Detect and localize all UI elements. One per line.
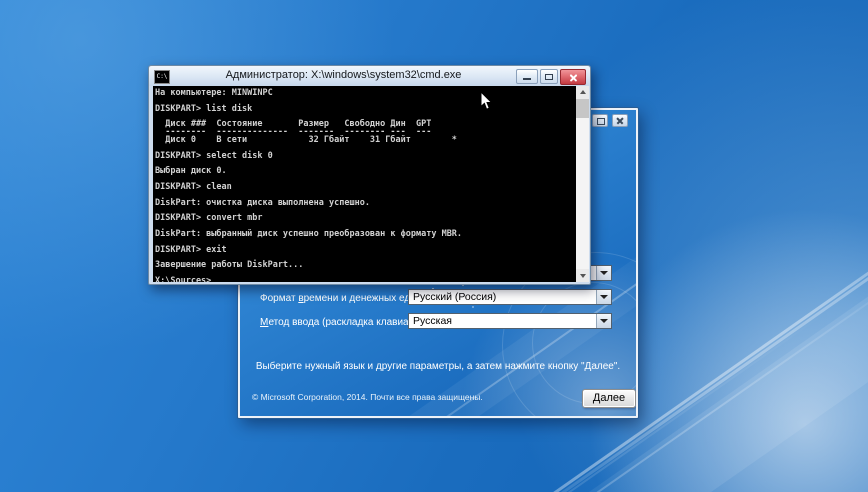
cmd-title-bar[interactable]: C:\ Администратор: X:\windows\system32\c…	[149, 66, 590, 86]
cmd-maximize-button[interactable]	[540, 69, 558, 84]
instruction-text: Выберите нужный язык и другие параметры,…	[240, 361, 636, 372]
cmd-minimize-button[interactable]	[516, 69, 538, 84]
maximize-icon	[545, 74, 553, 80]
combobox-arrow-button[interactable]	[596, 290, 611, 304]
console-line: Завершение работы DiskPart...	[155, 260, 576, 268]
chevron-down-icon	[600, 295, 608, 299]
arrow-up-icon	[580, 90, 586, 94]
cmd-window: C:\ Администратор: X:\windows\system32\c…	[148, 65, 591, 285]
minimize-icon	[597, 118, 605, 125]
console-line: DISKPART> clean	[155, 182, 576, 190]
next-button[interactable]: Далее	[582, 389, 636, 408]
input-method-combobox[interactable]: Русская	[408, 313, 612, 329]
console-line: На компьютере: MINWINPC	[155, 88, 576, 96]
input-method-combobox-value: Русская	[413, 315, 452, 327]
combobox-arrow-button[interactable]	[596, 266, 611, 280]
scroll-up-button[interactable]	[576, 86, 589, 99]
console-line: X:\Sources>	[155, 276, 576, 282]
console-line: Диск ### Состояние Размер Свободно Дин G…	[155, 119, 576, 127]
combobox-arrow-button[interactable]	[596, 314, 611, 328]
console-line: Выбран диск 0.	[155, 166, 576, 174]
console-line: DISKPART> convert mbr	[155, 213, 576, 221]
console-line: -------- -------------- ------- --------…	[155, 127, 576, 135]
mouse-cursor	[480, 92, 493, 111]
cmd-close-button[interactable]	[560, 69, 586, 85]
console-line: Диск 0 В сети 32 Гбайт 31 Гбайт *	[155, 135, 576, 143]
setup-close-button[interactable]	[612, 114, 628, 127]
chevron-down-icon	[600, 271, 608, 275]
time-format-combobox-value: Русский (Россия)	[413, 291, 496, 303]
console-line: DISKPART> select disk 0	[155, 151, 576, 159]
copyright-text: © Microsoft Corporation, 2014. Почти все…	[252, 392, 483, 402]
console-text: На компьютере: MINWINPC DISKPART> list di…	[155, 88, 576, 282]
scrollbar-thumb[interactable]	[576, 99, 589, 118]
console-scrollbar[interactable]	[576, 86, 589, 282]
console-output: На компьютере: MINWINPC DISKPART> list di…	[153, 86, 589, 282]
minimize-icon	[523, 78, 531, 80]
console-line: DiskPart: очистка диска выполнена успешн…	[155, 198, 576, 206]
chevron-down-icon	[600, 319, 608, 323]
desktop-background: Формат времени и денежных единиц: Русски…	[0, 0, 868, 492]
scroll-down-button[interactable]	[576, 269, 589, 282]
arrow-down-icon	[580, 274, 586, 278]
console-line: DISKPART> exit	[155, 245, 576, 253]
time-format-combobox[interactable]: Русский (Россия)	[408, 289, 612, 305]
setup-minimize-button[interactable]	[592, 114, 608, 127]
console-line: DISKPART> list disk	[155, 104, 576, 112]
console-line: DiskPart: выбранный диск успешно преобра…	[155, 229, 576, 237]
